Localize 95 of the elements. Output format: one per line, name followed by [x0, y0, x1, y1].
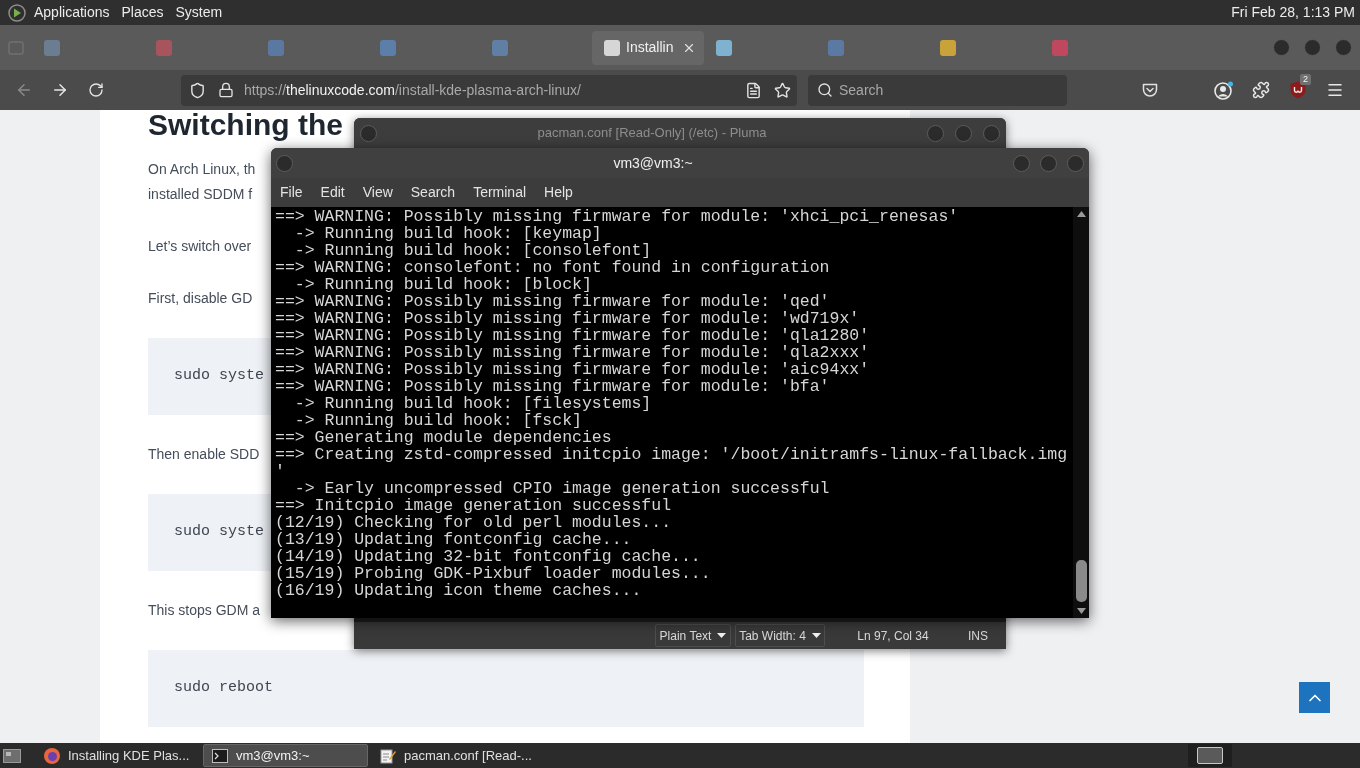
menu-item[interactable]: Search — [401, 178, 465, 207]
menu-item[interactable]: Edit — [311, 178, 354, 207]
cursor-position: Ln 97, Col 34 — [856, 627, 930, 645]
reader-view-icon[interactable] — [745, 81, 762, 99]
desktop-icon — [3, 748, 21, 763]
taskbar-item[interactable]: vm3@vm3:~ — [203, 744, 368, 767]
code-text: sudo reboot — [174, 678, 274, 699]
clock[interactable]: Fri Feb 28, 1:13 PM — [1231, 2, 1355, 23]
logo-icon[interactable] — [8, 3, 26, 22]
pocket-icon — [1142, 82, 1158, 98]
terminal-line: -> Early uncompressed CPIO image generation successful — [293, 480, 830, 497]
window-control-button[interactable] — [1304, 39, 1321, 56]
scroll-down-arrow-icon[interactable] — [1076, 608, 1086, 614]
account-icon — [1214, 80, 1234, 100]
terminal-line: -> Running build hook: [consolefont] — [293, 242, 652, 259]
window-control-button[interactable] — [1335, 39, 1352, 56]
window-control-button[interactable] — [360, 124, 377, 142]
terminal-line: ' — [275, 463, 285, 480]
lock-icon[interactable] — [218, 82, 234, 98]
panel-menu[interactable]: System — [169, 2, 229, 23]
puzzle-icon — [1252, 81, 1270, 99]
paragraph-text: First, disable GD — [148, 289, 253, 308]
scrollbar-thumb[interactable] — [1075, 560, 1087, 602]
insert-mode: INS — [967, 627, 989, 645]
browser-icon — [44, 747, 60, 764]
window-control-button[interactable] — [927, 124, 944, 142]
url-text: https://thelinuxcode.com/install-kde-plasma-arch-linux/ — [244, 80, 581, 100]
star-icon[interactable] — [774, 81, 791, 99]
terminal-line: ==> WARNING: Possibly missing firmware for module: 'aic94xx' — [275, 361, 870, 378]
window-control-button[interactable] — [1040, 154, 1057, 172]
terminal-line: ==> WARNING: consolefont: no font found in configuration — [275, 259, 830, 276]
terminal-line: ==> Initcpio image generation successful — [275, 497, 672, 514]
taskbar-item[interactable]: pacman.conf [Read-... — [371, 744, 536, 767]
language-dropdown[interactable]: Plain Text — [655, 624, 731, 647]
code-text: sudo syste — [174, 522, 264, 543]
forward-arrow-icon — [51, 81, 69, 99]
reload-icon — [88, 82, 104, 98]
paragraph-text: On Arch Linux, th installed SDDM f — [148, 160, 256, 204]
scroll-up-arrow-icon[interactable] — [1076, 211, 1086, 217]
badge-count: 2 — [1300, 74, 1311, 85]
terminal-line: -> Running build hook: [block] — [293, 276, 592, 293]
terminal-line: (14/19) Updating 32-bit fontconfig cache... — [275, 548, 701, 565]
shield-icon — [1290, 81, 1306, 99]
terminal-line: (13/19) Updating fontconfig cache... — [275, 531, 632, 548]
article-heading: Switching the — [148, 110, 343, 140]
caret-icon — [717, 633, 727, 638]
tab-width-dropdown[interactable]: Tab Width: 4 — [735, 624, 825, 647]
adblock-button[interactable]: 2 — [1282, 74, 1314, 106]
code-text: sudo syste — [174, 366, 264, 387]
search-field[interactable]: Search — [808, 74, 1067, 106]
window-control-button[interactable] — [276, 154, 293, 172]
workspace-switcher[interactable] — [1188, 744, 1232, 767]
terminal-line: ==> WARNING: Possibly missing firmware for module: 'xhci_pci_renesas' — [275, 208, 959, 225]
terminal-line: (15/19) Probing GDK-Pixbuf loader modules... — [275, 565, 711, 582]
window-control-button[interactable] — [955, 124, 972, 142]
caret-icon — [811, 633, 821, 638]
menu-item[interactable]: File — [271, 178, 312, 207]
terminal-line: -> Running build hook: [fsck] — [293, 412, 582, 429]
menu-item[interactable]: Terminal — [464, 178, 536, 207]
window-title: vm3@vm3:~ — [612, 153, 694, 173]
terminal-line: -> Running build hook: [keymap] — [293, 225, 602, 242]
window-control-button[interactable] — [983, 124, 1000, 142]
terminal-line: ==> Creating zstd-compressed initcpio image: '/boot/initramfs-linux-fallback.img — [275, 446, 1068, 463]
window-title: pacman.conf [Read-Only] (/etc) - Pluma — [536, 124, 768, 143]
window-control-button[interactable] — [1067, 154, 1084, 172]
terminal-icon — [212, 748, 228, 763]
terminal-line: ==> WARNING: Possibly missing firmware for module: 'qed' — [275, 293, 830, 310]
window-control-button[interactable] — [1273, 39, 1290, 56]
terminal-line: (16/19) Updating icon theme caches... — [275, 582, 642, 599]
terminal-line: ==> WARNING: Possibly missing firmware for module: 'bfa' — [275, 378, 830, 395]
url-field[interactable]: https://thelinuxcode.com/install-kde-plasma-arch-linux/ — [181, 74, 797, 106]
paragraph-text: Let’s switch over — [148, 237, 252, 256]
taskbar-item[interactable]: Installing KDE Plas... — [35, 744, 200, 767]
workspace-preview-icon — [1197, 747, 1223, 764]
notepad-icon — [380, 747, 396, 764]
terminal-line: ==> Generating module dependencies — [275, 429, 612, 446]
terminal-line: ==> WARNING: Possibly missing firmware for module: 'wd719x' — [275, 310, 860, 327]
browser-tab[interactable]: Installin — [592, 30, 704, 65]
panel-menu[interactable]: Applications — [28, 2, 116, 23]
terminal-line: ==> WARNING: Possibly missing firmware for module: 'qla1280' — [275, 327, 870, 344]
scrollbar[interactable] — [1073, 207, 1089, 618]
menu-icon — [1326, 81, 1344, 99]
panel-menu[interactable]: Places — [115, 2, 170, 23]
search-input[interactable]: Search — [839, 79, 1067, 101]
scroll-to-top-button[interactable] — [1299, 682, 1330, 713]
search-icon — [817, 82, 833, 98]
paragraph-text: This stops GDM a — [148, 601, 261, 620]
terminal-line: -> Running build hook: [filesystems] — [293, 395, 652, 412]
menu-item[interactable]: View — [353, 178, 402, 207]
window-control-button[interactable] — [1013, 154, 1030, 172]
shield-icon[interactable] — [189, 81, 206, 99]
terminal-line: ==> WARNING: Possibly missing firmware for module: 'qla2xxx' — [275, 344, 870, 361]
paragraph-text: Then enable SDD — [148, 445, 260, 464]
menu-item[interactable]: Help — [535, 178, 582, 207]
terminal-line: (12/19) Checking for old perl modules... — [275, 514, 672, 531]
